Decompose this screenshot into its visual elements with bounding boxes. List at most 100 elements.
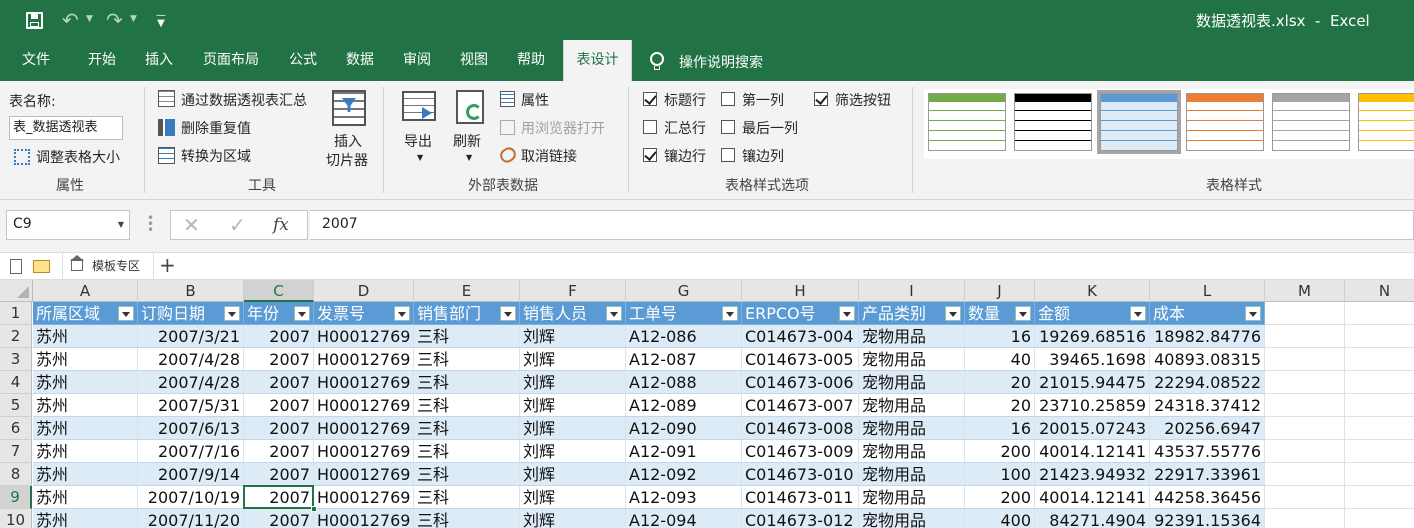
table-style-swatch[interactable] <box>1358 93 1414 151</box>
table-cell[interactable]: 三科 <box>414 463 520 486</box>
table-cell[interactable]: 40014.12141 <box>1035 440 1150 463</box>
table-cell[interactable]: 92391.15364 <box>1150 509 1265 528</box>
empty-cell[interactable] <box>1345 371 1414 394</box>
filter-button-checkbox[interactable] <box>814 92 828 106</box>
table-cell[interactable]: 2007/3/21 <box>138 325 244 348</box>
table-cell[interactable]: 宠物用品 <box>859 417 965 440</box>
column-header[interactable]: I <box>859 280 965 302</box>
table-cell[interactable]: 三科 <box>414 509 520 528</box>
table-cell[interactable]: 三科 <box>414 417 520 440</box>
table-cell[interactable]: 三科 <box>414 325 520 348</box>
tab-page-layout[interactable]: 页面布局 <box>190 40 272 81</box>
empty-cell[interactable] <box>1265 302 1345 325</box>
table-cell[interactable]: 2007/4/28 <box>138 348 244 371</box>
redo-dropdown-icon[interactable]: ▼ <box>130 14 137 24</box>
table-cell[interactable]: 2007 <box>244 440 314 463</box>
tab-view[interactable]: 视图 <box>448 40 500 81</box>
table-cell[interactable]: A12-092 <box>626 463 742 486</box>
table-cell[interactable]: H00012769 <box>314 486 414 509</box>
table-cell[interactable]: 宠物用品 <box>859 348 965 371</box>
table-cell[interactable]: 21423.94932 <box>1035 463 1150 486</box>
table-cell[interactable]: 刘辉 <box>520 371 626 394</box>
table-cell[interactable]: 刘辉 <box>520 440 626 463</box>
table-header-cell[interactable]: 产品类别 <box>859 302 965 325</box>
table-cell[interactable]: A12-087 <box>626 348 742 371</box>
column-header[interactable]: J <box>965 280 1035 302</box>
filter-dropdown-icon[interactable] <box>1245 306 1261 321</box>
table-cell[interactable]: 苏州 <box>33 348 138 371</box>
column-header[interactable]: N <box>1345 280 1414 302</box>
table-cell[interactable]: C014673-007 <box>742 394 859 417</box>
fill-handle[interactable] <box>311 506 317 512</box>
table-header-cell[interactable]: ERPCO号 <box>742 302 859 325</box>
spreadsheet-grid[interactable]: A B C D E F G H I J K L M N 1 所属区域 订购日期 年份 发票号 销售部门 销售人员 工单号 E… <box>0 280 1414 528</box>
export-dropdown-icon[interactable]: ▼ <box>417 153 423 162</box>
table-cell[interactable]: 刘辉 <box>520 325 626 348</box>
table-header-cell[interactable]: 销售部门 <box>414 302 520 325</box>
tab-help[interactable]: 帮助 <box>505 40 557 81</box>
table-cell[interactable]: C014673-005 <box>742 348 859 371</box>
table-cell[interactable]: A12-089 <box>626 394 742 417</box>
table-cell[interactable]: 20 <box>965 371 1035 394</box>
tab-home[interactable]: 开始 <box>76 40 128 81</box>
table-cell[interactable]: 2007 <box>244 463 314 486</box>
insert-function-icon[interactable]: fx <box>273 215 289 235</box>
table-cell[interactable]: 刘辉 <box>520 509 626 528</box>
table-cell[interactable]: 22294.08522 <box>1150 371 1265 394</box>
table-cell[interactable]: 三科 <box>414 394 520 417</box>
filter-dropdown-icon[interactable] <box>394 306 410 321</box>
banded-rows-checkbox[interactable] <box>643 148 657 162</box>
table-cell[interactable]: 40014.12141 <box>1035 486 1150 509</box>
table-cell[interactable]: 20256.6947 <box>1150 417 1265 440</box>
table-cell[interactable]: 苏州 <box>33 509 138 528</box>
table-cell[interactable]: 40 <box>965 348 1035 371</box>
table-cell[interactable]: 三科 <box>414 371 520 394</box>
enter-icon[interactable]: ✓ <box>229 213 246 237</box>
empty-cell[interactable] <box>1265 486 1345 509</box>
first-column-checkbox[interactable] <box>721 92 735 106</box>
table-cell[interactable]: 2007/7/16 <box>138 440 244 463</box>
table-cell[interactable]: 2007/5/31 <box>138 394 244 417</box>
table-cell[interactable]: H00012769 <box>314 394 414 417</box>
table-cell[interactable]: H00012769 <box>314 348 414 371</box>
table-cell[interactable]: 200 <box>965 440 1035 463</box>
refresh-dropdown-icon[interactable]: ▼ <box>466 153 472 162</box>
redo-icon[interactable]: ↷ <box>106 8 123 32</box>
table-cell[interactable]: 2007 <box>244 371 314 394</box>
table-cell[interactable]: 20015.07243 <box>1035 417 1150 440</box>
row-header[interactable]: 10 <box>0 509 32 528</box>
unlink-button[interactable]: 取消链接 <box>521 146 577 166</box>
filter-dropdown-icon[interactable] <box>118 306 134 321</box>
empty-cell[interactable] <box>1345 348 1414 371</box>
header-row-checkbox[interactable] <box>643 92 657 106</box>
table-cell[interactable]: 宠物用品 <box>859 463 965 486</box>
table-cell[interactable]: C014673-012 <box>742 509 859 528</box>
empty-cell[interactable] <box>1265 463 1345 486</box>
table-cell[interactable]: 2007 <box>244 509 314 528</box>
empty-cell[interactable] <box>1345 302 1414 325</box>
table-header-cell[interactable]: 发票号 <box>314 302 414 325</box>
table-cell[interactable]: 宠物用品 <box>859 394 965 417</box>
table-cell[interactable]: C014673-008 <box>742 417 859 440</box>
column-header[interactable]: D <box>314 280 414 302</box>
filter-dropdown-icon[interactable] <box>945 306 961 321</box>
table-cell[interactable]: 刘辉 <box>520 394 626 417</box>
table-cell[interactable]: 18982.84776 <box>1150 325 1265 348</box>
insert-slicer-button-line1[interactable]: 插入 <box>334 131 362 151</box>
customize-qat-icon[interactable]: — ▼ <box>156 11 166 29</box>
row-header[interactable]: 9 <box>0 486 32 509</box>
add-tab-button[interactable]: + <box>159 253 176 277</box>
table-cell[interactable]: 刘辉 <box>520 486 626 509</box>
table-cell[interactable]: 20 <box>965 394 1035 417</box>
table-cell[interactable]: 2007/4/28 <box>138 371 244 394</box>
table-header-cell[interactable]: 订购日期 <box>138 302 244 325</box>
new-file-icon[interactable] <box>10 259 22 274</box>
table-cell[interactable]: 2007/6/13 <box>138 417 244 440</box>
table-cell[interactable]: 刘辉 <box>520 463 626 486</box>
table-cell[interactable]: C014673-006 <box>742 371 859 394</box>
table-header-cell[interactable]: 成本 <box>1150 302 1265 325</box>
table-cell[interactable]: 2007/9/14 <box>138 463 244 486</box>
table-header-cell[interactable]: 销售人员 <box>520 302 626 325</box>
table-cell[interactable]: A12-093 <box>626 486 742 509</box>
table-header-cell[interactable]: 数量 <box>965 302 1035 325</box>
